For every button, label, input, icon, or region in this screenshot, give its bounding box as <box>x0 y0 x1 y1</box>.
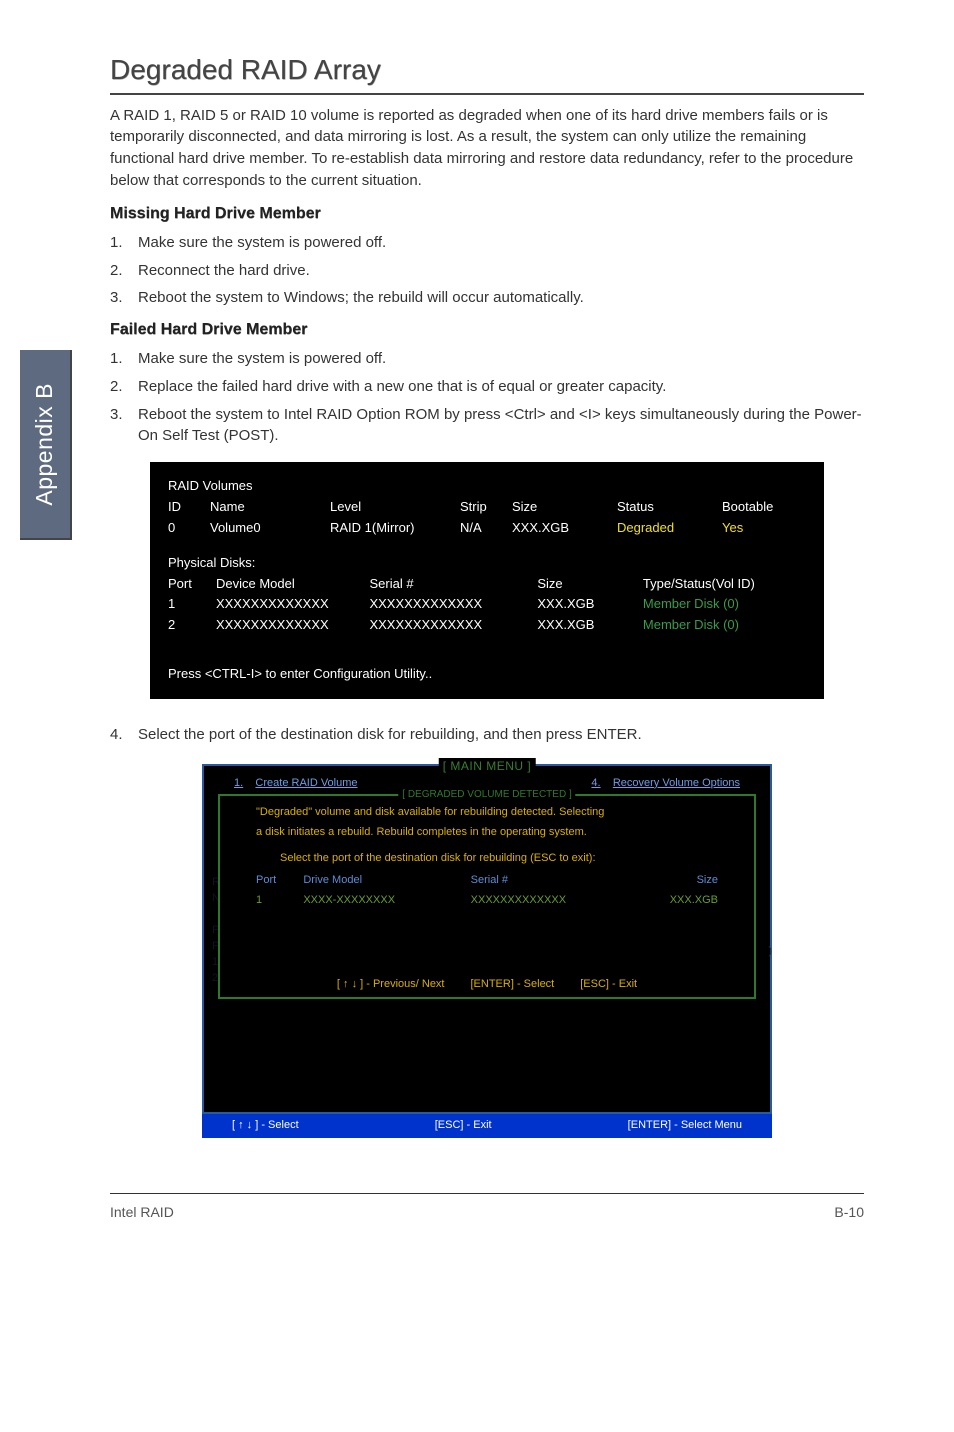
list-item: 2.Replace the failed hard drive with a n… <box>110 373 864 401</box>
page-footer: Intel RAID B-10 <box>110 1193 864 1222</box>
menu-right: 4. Recovery Volume Options <box>591 776 740 792</box>
bios-bottom-strip: [ ↑ ↓ ] - Select [ESC] - Exit [ENTER] - … <box>202 1114 772 1138</box>
footer-left: Intel RAID <box>110 1202 174 1222</box>
failed-steps-list: 1.Make sure the system is powered off. 2… <box>110 345 864 450</box>
list-item: 4.Select the port of the destination dis… <box>110 721 864 749</box>
menu-left: 1. Create RAID Volume <box>234 776 358 792</box>
degraded-table-head: Port Drive Model Serial # Size <box>256 871 718 891</box>
main-menu-title: [ MAIN MENU ] <box>439 758 536 775</box>
intro-paragraph: A RAID 1, RAID 5 or RAID 10 volume is re… <box>110 105 864 192</box>
degraded-dialog-title: [ DEGRADED VOLUME DETECTED ] <box>398 788 575 803</box>
bios-menu-box: [ MAIN MENU ] 1. Create RAID Volume 4. R… <box>202 764 772 1138</box>
sidebar-label: Appendix B <box>28 383 61 506</box>
press-ctrl-i-msg: Press <CTRL-I> to enter Configuration Ut… <box>168 665 432 684</box>
list-item: 1.Make sure the system is powered off. <box>110 345 864 373</box>
failed-header: Failed Hard Drive Member <box>110 318 864 341</box>
degraded-msg2: a disk initiates a rebuild. Rebuild comp… <box>220 824 754 845</box>
degraded-dialog: [ DEGRADED VOLUME DETECTED ] "Degraded" … <box>218 794 756 999</box>
raid-row: 0 Volume0 RAID 1(Mirror) N/A XXX.XGB Deg… <box>168 518 806 539</box>
missing-header: Missing Hard Drive Member <box>110 202 864 225</box>
physical-row: 2 XXXXXXXXXXXXX XXXXXXXXXXXXX XXX.XGB Me… <box>168 615 806 636</box>
degraded-prompt: Select the port of the destination disk … <box>220 845 754 871</box>
degraded-dialog-footer: [ ↑ ↓ ] - Previous/ Next [ENTER] - Selec… <box>220 977 754 993</box>
list-item: 1.Make sure the system is powered off. <box>110 229 864 257</box>
physical-row: 1 XXXXXXXXXXXXX XXXXXXXXXXXXX XXX.XGB Me… <box>168 594 806 615</box>
raid-columns: ID Name Level Strip Size Status Bootable <box>168 497 806 518</box>
list-item: 3.Reboot the system to Windows; the rebu… <box>110 284 864 312</box>
step4-list: 4.Select the port of the destination dis… <box>110 721 864 749</box>
page-title: Degraded RAID Array <box>110 50 864 95</box>
raid-status-box: RAID Volumes ID Name Level Strip Size St… <box>150 462 824 699</box>
degraded-table-row[interactable]: 1 XXXX-XXXXXXXX XXXXXXXXXXXXX XXX.XGB <box>256 891 718 911</box>
list-item: 3.Reboot the system to Intel RAID Option… <box>110 401 864 451</box>
list-item: 2.Reconnect the hard drive. <box>110 257 864 285</box>
physical-columns: Port Device Model Serial # Size Type/Sta… <box>168 574 806 595</box>
footer-right: B-10 <box>834 1202 864 1222</box>
physical-disks-header: Physical Disks: <box>168 554 255 573</box>
raid-volumes-header: RAID Volumes <box>168 477 253 496</box>
sidebar-tab: Appendix B <box>20 350 72 540</box>
missing-steps-list: 1.Make sure the system is powered off. 2… <box>110 229 864 312</box>
